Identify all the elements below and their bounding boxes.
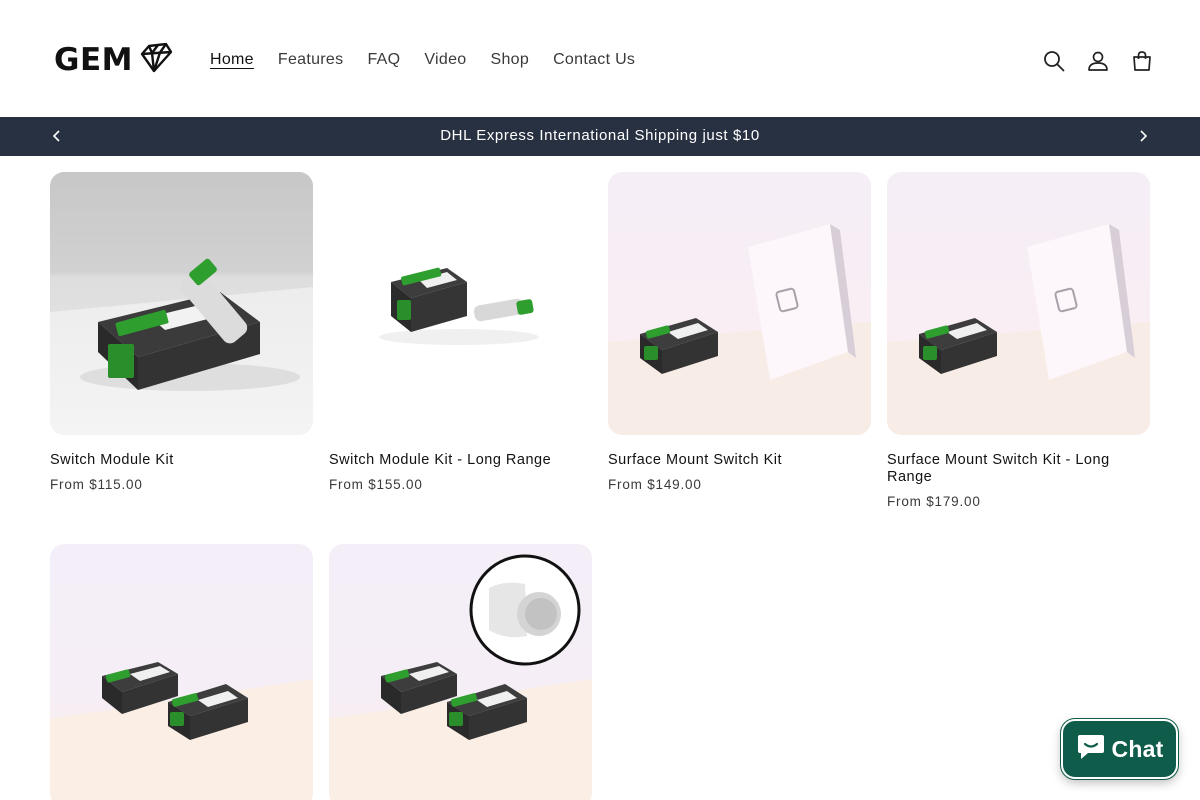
nav-video[interactable]: Video <box>412 47 478 73</box>
product-price: From $149.00 <box>608 477 702 492</box>
chat-bubble-icon <box>1076 733 1106 766</box>
account-icon[interactable] <box>1086 44 1110 78</box>
search-icon[interactable] <box>1042 44 1066 78</box>
chat-button[interactable]: Chat <box>1060 718 1179 780</box>
announcement-text: DHL Express International Shipping just … <box>440 127 760 144</box>
product-image[interactable] <box>50 172 313 435</box>
product-price: From $115.00 <box>50 477 143 492</box>
nav-shop[interactable]: Shop <box>479 47 542 73</box>
product-price: From $155.00 <box>329 477 423 492</box>
product-image[interactable] <box>329 172 592 435</box>
product-title[interactable]: Surface Mount Switch Kit - Long Range <box>887 452 1150 486</box>
nav-features[interactable]: Features <box>266 47 356 73</box>
product-image[interactable] <box>608 172 871 435</box>
product-card[interactable]: Surface Mount Switch Kit From $149.00 <box>608 172 871 493</box>
product-image[interactable] <box>50 544 313 800</box>
cart-icon[interactable] <box>1130 44 1154 78</box>
nav-faq[interactable]: FAQ <box>355 47 412 73</box>
site-header: GEM Home Features FAQ Video Shop Contact… <box>0 0 1200 117</box>
product-image[interactable] <box>887 172 1150 435</box>
diamond-icon <box>139 42 173 78</box>
brand-name: GEM <box>54 42 133 78</box>
product-card[interactable] <box>50 544 313 800</box>
brand-logo[interactable]: GEM <box>54 42 173 78</box>
product-image[interactable] <box>329 544 592 800</box>
product-title[interactable]: Switch Module Kit - Long Range <box>329 452 592 469</box>
product-card[interactable]: Switch Module Kit From $115.00 <box>50 172 313 493</box>
product-title[interactable]: Switch Module Kit <box>50 452 313 469</box>
chevron-right-icon[interactable] <box>1134 127 1152 145</box>
header-actions <box>1042 44 1154 78</box>
product-price: From $179.00 <box>887 494 981 509</box>
product-card[interactable] <box>329 544 592 800</box>
product-title[interactable]: Surface Mount Switch Kit <box>608 452 871 469</box>
nav-home[interactable]: Home <box>198 47 266 73</box>
chat-label: Chat <box>1111 735 1164 762</box>
main-nav: Home Features FAQ Video Shop Contact Us <box>198 47 647 73</box>
nav-contact-us[interactable]: Contact Us <box>541 47 647 73</box>
product-card[interactable]: Switch Module Kit - Long Range From $155… <box>329 172 592 493</box>
product-card[interactable]: Surface Mount Switch Kit - Long Range Fr… <box>887 172 1150 510</box>
announcement-bar: DHL Express International Shipping just … <box>0 117 1200 156</box>
